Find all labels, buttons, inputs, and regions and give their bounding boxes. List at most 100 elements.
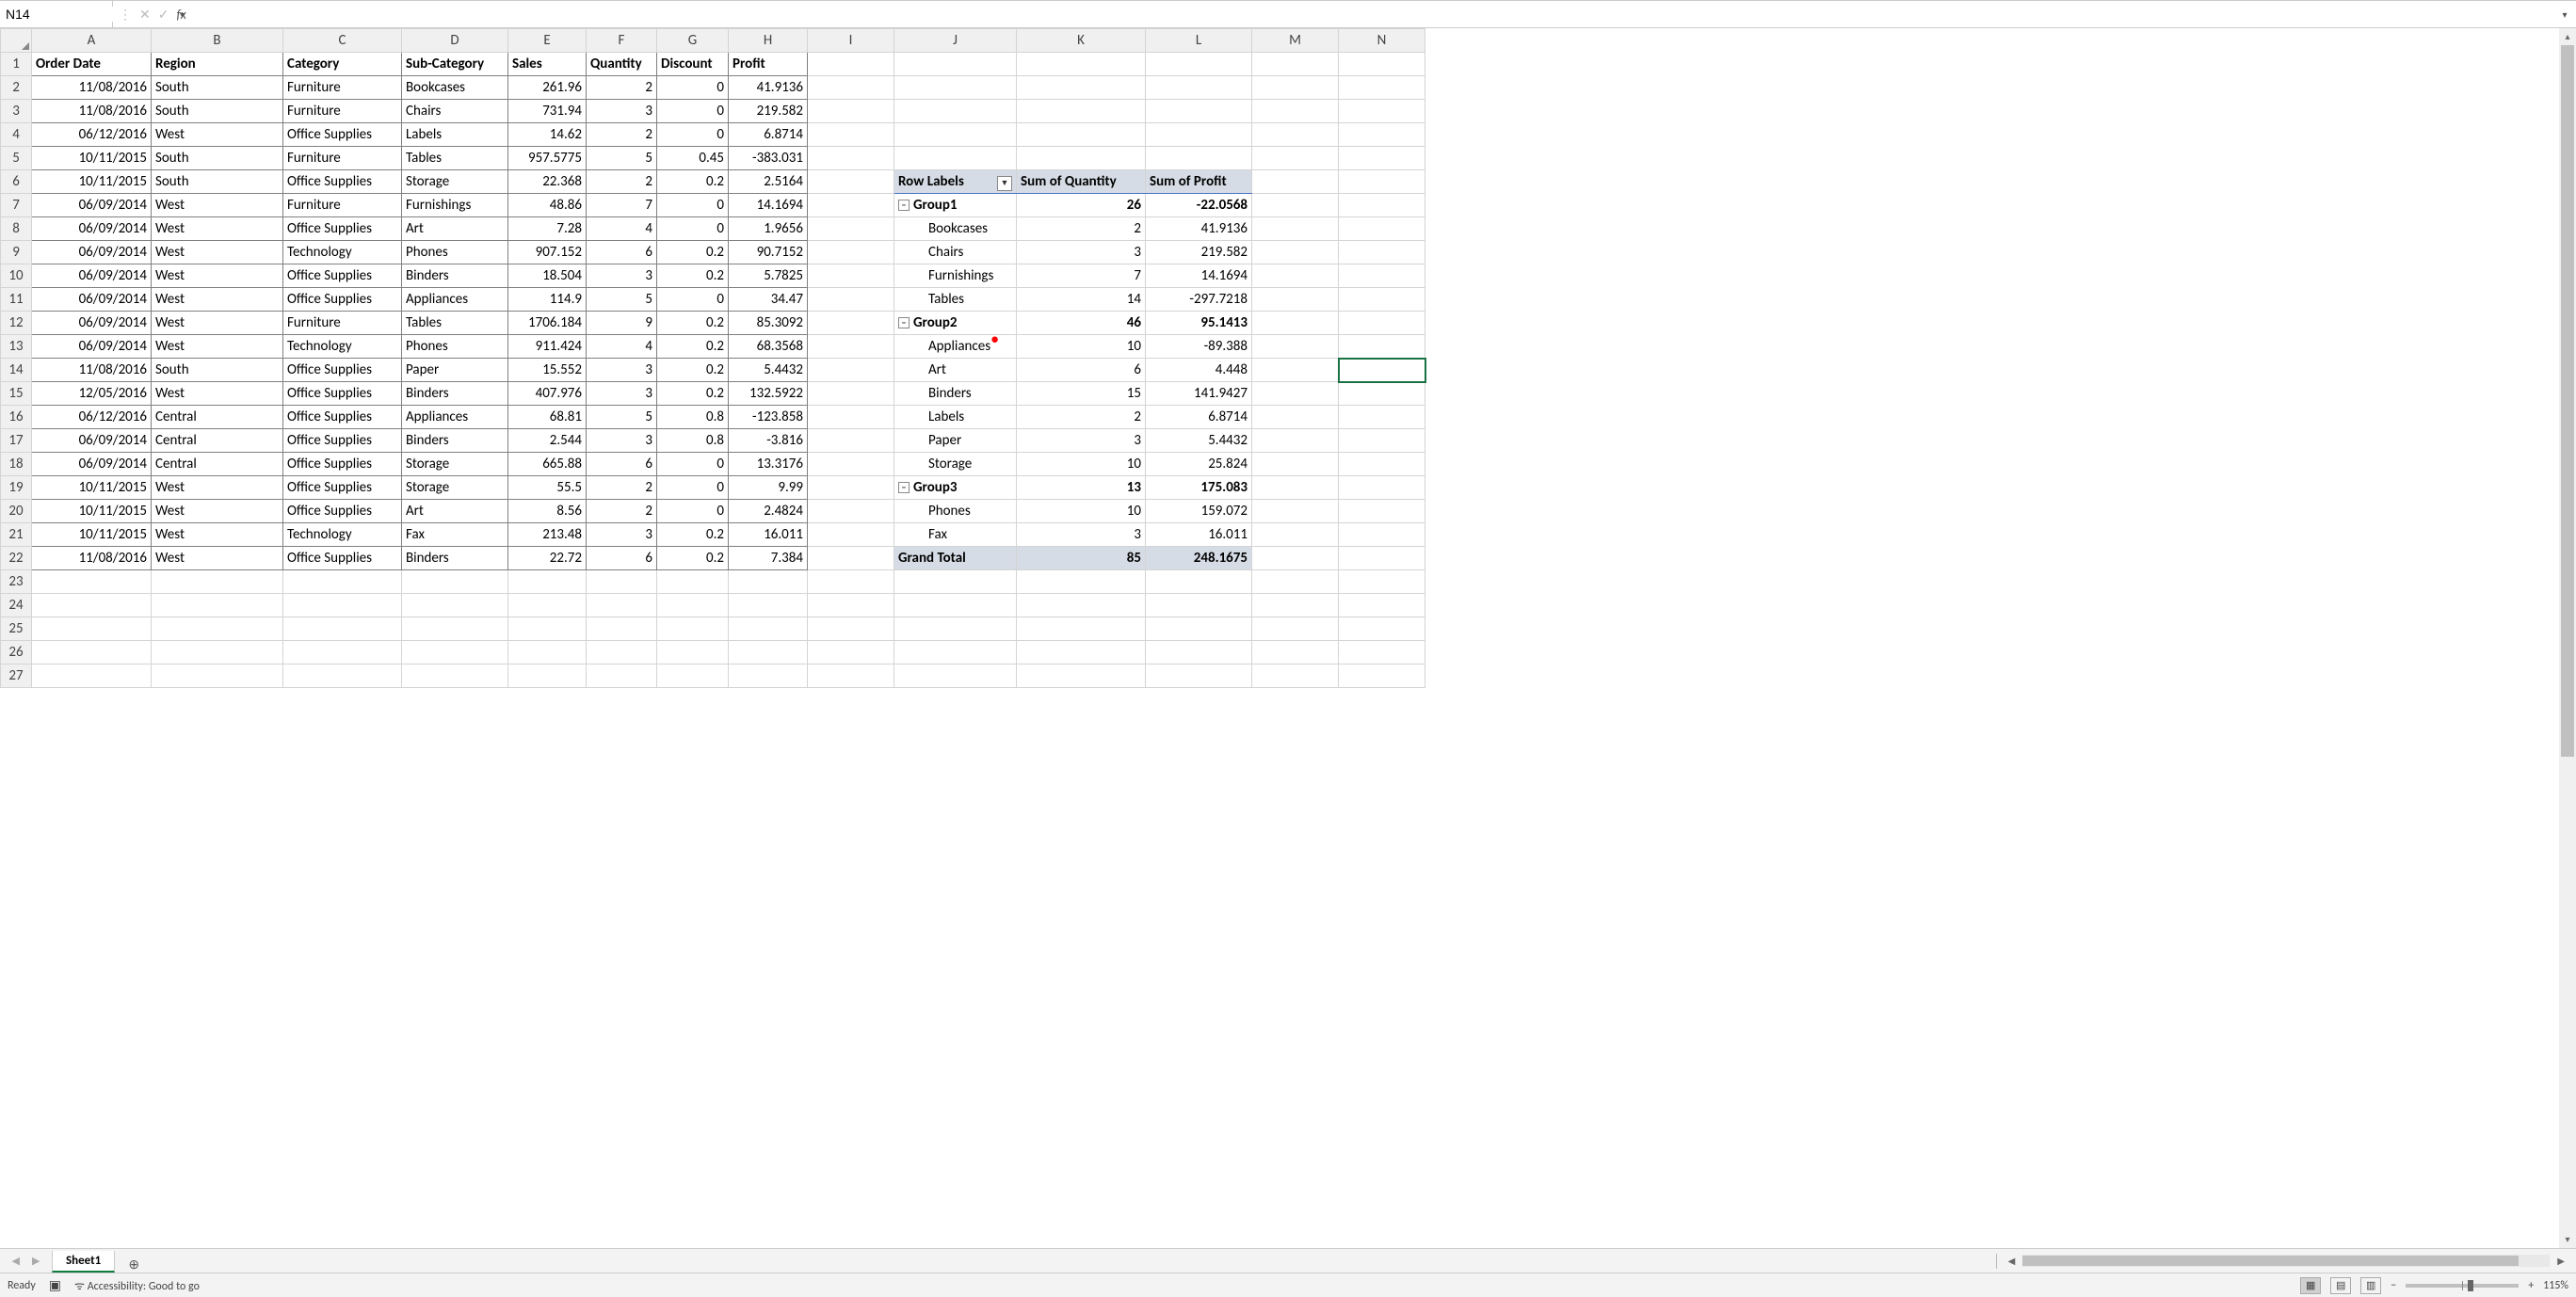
- cell-B27[interactable]: [152, 665, 283, 688]
- cell-J16[interactable]: Labels: [894, 406, 1017, 429]
- cell-I16[interactable]: [808, 406, 894, 429]
- cell-G3[interactable]: 0: [657, 100, 729, 123]
- cell-L8[interactable]: 41.9136: [1146, 217, 1252, 241]
- cell-G2[interactable]: 0: [657, 76, 729, 100]
- cell-J21[interactable]: Fax: [894, 523, 1017, 547]
- cell-G13[interactable]: 0.2: [657, 335, 729, 359]
- cell-E27[interactable]: [508, 665, 587, 688]
- cell-N7[interactable]: [1339, 194, 1425, 217]
- sheet-nav-arrows[interactable]: ◀ ▶: [0, 1255, 52, 1267]
- cell-A5[interactable]: 10/11/2015: [32, 147, 152, 170]
- cell-D14[interactable]: Paper: [402, 359, 508, 382]
- cell-A20[interactable]: 10/11/2015: [32, 500, 152, 523]
- cell-C13[interactable]: Technology: [283, 335, 402, 359]
- cell-K17[interactable]: 3: [1017, 429, 1146, 453]
- cell-I25[interactable]: [808, 617, 894, 641]
- column-header-K[interactable]: K: [1017, 29, 1146, 53]
- cell-L1[interactable]: [1146, 53, 1252, 76]
- cell-I19[interactable]: [808, 476, 894, 500]
- cell-F7[interactable]: 7: [587, 194, 657, 217]
- formula-input[interactable]: [192, 1, 2553, 27]
- cell-B13[interactable]: West: [152, 335, 283, 359]
- cell-K20[interactable]: 10: [1017, 500, 1146, 523]
- cell-A15[interactable]: 12/05/2016: [32, 382, 152, 406]
- cell-C27[interactable]: [283, 665, 402, 688]
- column-header-I[interactable]: I: [808, 29, 894, 53]
- cell-E12[interactable]: 1706.184: [508, 312, 587, 335]
- cell-C7[interactable]: Furniture: [283, 194, 402, 217]
- cell-E5[interactable]: 957.5775: [508, 147, 587, 170]
- vertical-scroll-track[interactable]: [2559, 45, 2576, 1231]
- zoom-level[interactable]: 115%: [2543, 1279, 2568, 1292]
- cell-N21[interactable]: [1339, 523, 1425, 547]
- cell-G6[interactable]: 0.2: [657, 170, 729, 194]
- cell-G24[interactable]: [657, 594, 729, 617]
- cell-N24[interactable]: [1339, 594, 1425, 617]
- cell-D21[interactable]: Fax: [402, 523, 508, 547]
- cell-L26[interactable]: [1146, 641, 1252, 665]
- cell-A1[interactable]: Order Date: [32, 53, 152, 76]
- cell-A25[interactable]: [32, 617, 152, 641]
- cell-C25[interactable]: [283, 617, 402, 641]
- cell-M2[interactable]: [1252, 76, 1339, 100]
- cell-C5[interactable]: Furniture: [283, 147, 402, 170]
- cell-I17[interactable]: [808, 429, 894, 453]
- cell-G10[interactable]: 0.2: [657, 264, 729, 288]
- cell-H4[interactable]: 6.8714: [729, 123, 808, 147]
- column-header-G[interactable]: G: [657, 29, 729, 53]
- cell-D26[interactable]: [402, 641, 508, 665]
- cell-L21[interactable]: 16.011: [1146, 523, 1252, 547]
- cell-G7[interactable]: 0: [657, 194, 729, 217]
- cell-B19[interactable]: West: [152, 476, 283, 500]
- pivot-filter-dropdown-icon[interactable]: ▼: [997, 176, 1012, 191]
- cell-H15[interactable]: 132.5922: [729, 382, 808, 406]
- scroll-right-icon[interactable]: ▶: [2553, 1255, 2568, 1267]
- cell-J23[interactable]: [894, 570, 1017, 594]
- scroll-left-icon[interactable]: ◀: [2004, 1255, 2020, 1267]
- cell-M18[interactable]: [1252, 453, 1339, 476]
- row-header-18[interactable]: 18: [1, 453, 32, 476]
- cell-F4[interactable]: 2: [587, 123, 657, 147]
- cell-F14[interactable]: 3: [587, 359, 657, 382]
- row-header-13[interactable]: 13: [1, 335, 32, 359]
- cell-L24[interactable]: [1146, 594, 1252, 617]
- cell-C16[interactable]: Office Supplies: [283, 406, 402, 429]
- cell-C24[interactable]: [283, 594, 402, 617]
- cell-J15[interactable]: Binders: [894, 382, 1017, 406]
- cell-E16[interactable]: 68.81: [508, 406, 587, 429]
- cell-C11[interactable]: Office Supplies: [283, 288, 402, 312]
- cell-E25[interactable]: [508, 617, 587, 641]
- cell-C2[interactable]: Furniture: [283, 76, 402, 100]
- cell-K24[interactable]: [1017, 594, 1146, 617]
- cell-M16[interactable]: [1252, 406, 1339, 429]
- cell-E23[interactable]: [508, 570, 587, 594]
- cell-D24[interactable]: [402, 594, 508, 617]
- cell-D15[interactable]: Binders: [402, 382, 508, 406]
- cell-M7[interactable]: [1252, 194, 1339, 217]
- row-header-5[interactable]: 5: [1, 147, 32, 170]
- row-header-6[interactable]: 6: [1, 170, 32, 194]
- column-header-H[interactable]: H: [729, 29, 808, 53]
- cell-A8[interactable]: 06/09/2014: [32, 217, 152, 241]
- cell-J24[interactable]: [894, 594, 1017, 617]
- cell-K25[interactable]: [1017, 617, 1146, 641]
- cell-F2[interactable]: 2: [587, 76, 657, 100]
- add-sheet-button[interactable]: ⊕: [122, 1257, 145, 1273]
- cell-M22[interactable]: [1252, 547, 1339, 570]
- cell-M20[interactable]: [1252, 500, 1339, 523]
- cell-F11[interactable]: 5: [587, 288, 657, 312]
- cell-J11[interactable]: Tables: [894, 288, 1017, 312]
- cell-K26[interactable]: [1017, 641, 1146, 665]
- cell-G17[interactable]: 0.8: [657, 429, 729, 453]
- cell-M1[interactable]: [1252, 53, 1339, 76]
- row-header-4[interactable]: 4: [1, 123, 32, 147]
- cell-H25[interactable]: [729, 617, 808, 641]
- cell-B10[interactable]: West: [152, 264, 283, 288]
- cell-I6[interactable]: [808, 170, 894, 194]
- row-header-19[interactable]: 19: [1, 476, 32, 500]
- cell-D1[interactable]: Sub-Category: [402, 53, 508, 76]
- cell-N20[interactable]: [1339, 500, 1425, 523]
- column-header-N[interactable]: N: [1339, 29, 1425, 53]
- collapse-icon[interactable]: −: [898, 482, 910, 493]
- cell-I27[interactable]: [808, 665, 894, 688]
